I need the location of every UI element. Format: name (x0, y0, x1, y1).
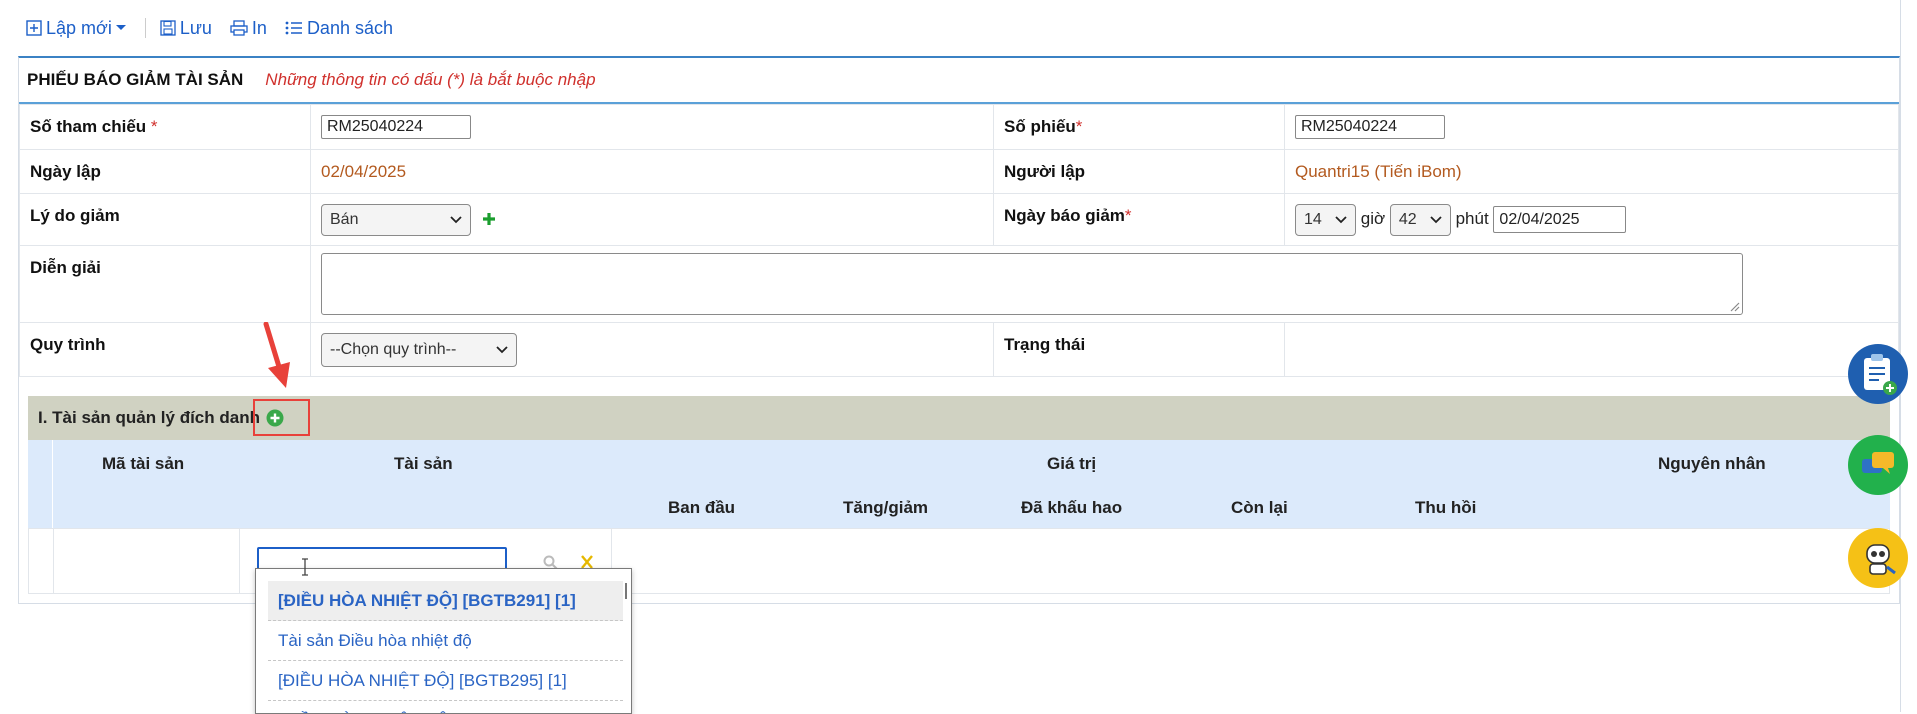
col-value: Giá trị (1047, 454, 1097, 473)
process-select-value: --Chọn quy trình-- (330, 340, 457, 358)
hour-unit: giờ (1360, 208, 1386, 228)
printer-icon (230, 20, 248, 36)
panel-header: PHIẾU BÁO GIẢM TÀI SẢN Những thông tin c… (19, 58, 1899, 104)
ref-label: Số tham chiếu (30, 117, 147, 136)
chat-button[interactable] (1848, 435, 1908, 495)
col-asset: Tài sản (394, 454, 453, 473)
col-remaining: Còn lại (1231, 498, 1288, 517)
list-item[interactable]: [ĐIỀU HÒA NHIỆT ĐỘ] [BGTB295] [1] (268, 661, 623, 701)
creator-label: Người lập (1004, 161, 1086, 181)
add-reason-icon[interactable] (482, 212, 496, 226)
reason-label: Lý do giảm (30, 206, 120, 225)
required-note: Những thông tin có dấu (*) là bắt buộc n… (265, 70, 596, 89)
chevron-down-icon (450, 215, 462, 223)
list-icon (285, 21, 302, 35)
resize-handle-icon[interactable] (1728, 300, 1740, 312)
list-item[interactable]: [ĐIỀU HÒA NHIỆT ĐỘ] [BGTB291] [1] (268, 581, 623, 621)
clipboard-add-button[interactable] (1848, 344, 1908, 404)
chevron-down-icon (1335, 215, 1347, 223)
required-mark: * (1124, 206, 1132, 225)
list-item[interactable]: Tài sản Điều hòa nhiệt độ (268, 621, 623, 661)
form-table: Số tham chiếu * RM25040224 Số phiếu* RM2… (19, 104, 1899, 377)
row-divider (239, 529, 240, 593)
hour-select-value: 14 (1304, 210, 1322, 228)
list-button[interactable]: Danh sách (285, 18, 393, 39)
new-button-label: Lập mới (46, 17, 112, 38)
ref-input[interactable]: RM25040224 (321, 115, 471, 139)
header-cell-index (28, 440, 53, 528)
page-title: PHIẾU BÁO GIẢM TÀI SẢN (27, 70, 244, 89)
minute-select[interactable]: 42 (1389, 203, 1451, 236)
reason-select-value: Bán (330, 210, 359, 228)
col-recovered: Thu hồi (1415, 498, 1477, 517)
toolbar-divider (144, 18, 146, 38)
minute-select-value: 42 (1398, 210, 1417, 228)
robot-support-button[interactable] (1848, 528, 1908, 588)
table-header: Mã tài sản Tài sản Giá trị Nguyên nhân B… (28, 440, 1890, 528)
process-label: Quy trình (30, 335, 106, 354)
caret-down-icon (115, 25, 126, 30)
section-title: I. Tài sản quản lý đích danh (38, 408, 260, 427)
save-button[interactable]: Lưu (160, 18, 212, 39)
chevron-down-icon (1430, 215, 1442, 223)
number-input[interactable]: RM25040224 (1295, 115, 1445, 139)
clipboard-add-icon (1864, 354, 1897, 395)
scrollbar[interactable] (625, 583, 627, 599)
report-date-input[interactable]: 02/04/2025 (1493, 206, 1627, 233)
col-change: Tăng/giảm (843, 498, 929, 517)
minute-unit: phút (1455, 208, 1489, 228)
chat-icon (1862, 452, 1894, 474)
list-item[interactable]: [ĐIỀU HÒA NHIỆT ĐỘ Thông số 1] (268, 701, 623, 714)
plus-square-icon (26, 20, 42, 36)
description-textarea[interactable] (321, 253, 1743, 315)
annotation-highlight-box (253, 399, 310, 436)
text-cursor-icon (302, 558, 308, 576)
save-button-label: Lưu (179, 17, 212, 38)
reason-select[interactable]: Bán (321, 203, 471, 236)
number-label: Số phiếu (1004, 117, 1076, 136)
creator-value: Quantri15 (Tiến iBom) (1295, 161, 1462, 181)
robot-icon (1866, 544, 1896, 575)
print-button-label: In (251, 17, 267, 38)
list-button-label: Danh sách (306, 17, 393, 38)
created-date-label: Ngày lập (30, 161, 101, 181)
col-depreciated: Đã khấu hao (1021, 498, 1123, 517)
new-button[interactable]: Lập mới (26, 18, 131, 39)
required-mark: * (150, 117, 158, 136)
col-initial: Ban đầu (668, 498, 736, 517)
description-label: Diễn giải (30, 258, 101, 277)
annotation-arrow-icon (263, 322, 290, 388)
created-date-value: 02/04/2025 (321, 161, 407, 181)
autocomplete-dropdown: [ĐIỀU HÒA NHIỆT ĐỘ] [BGTB291] [1] Tài sả… (255, 568, 632, 714)
process-select[interactable]: --Chọn quy trình-- (321, 332, 517, 367)
col-reason: Nguyên nhân (1658, 454, 1766, 473)
status-label: Trạng thái (1004, 335, 1086, 354)
save-icon (160, 20, 176, 36)
row-divider (53, 529, 54, 593)
chevron-down-icon (496, 345, 508, 353)
required-mark: * (1075, 117, 1083, 136)
col-asset-code: Mã tài sản (102, 454, 185, 473)
hour-select[interactable]: 14 (1295, 203, 1356, 236)
report-date-label: Ngày báo giảm (1004, 206, 1125, 225)
print-button[interactable]: In (230, 18, 267, 39)
toolbar: Lập mới Lưu In Danh sách (26, 14, 411, 42)
